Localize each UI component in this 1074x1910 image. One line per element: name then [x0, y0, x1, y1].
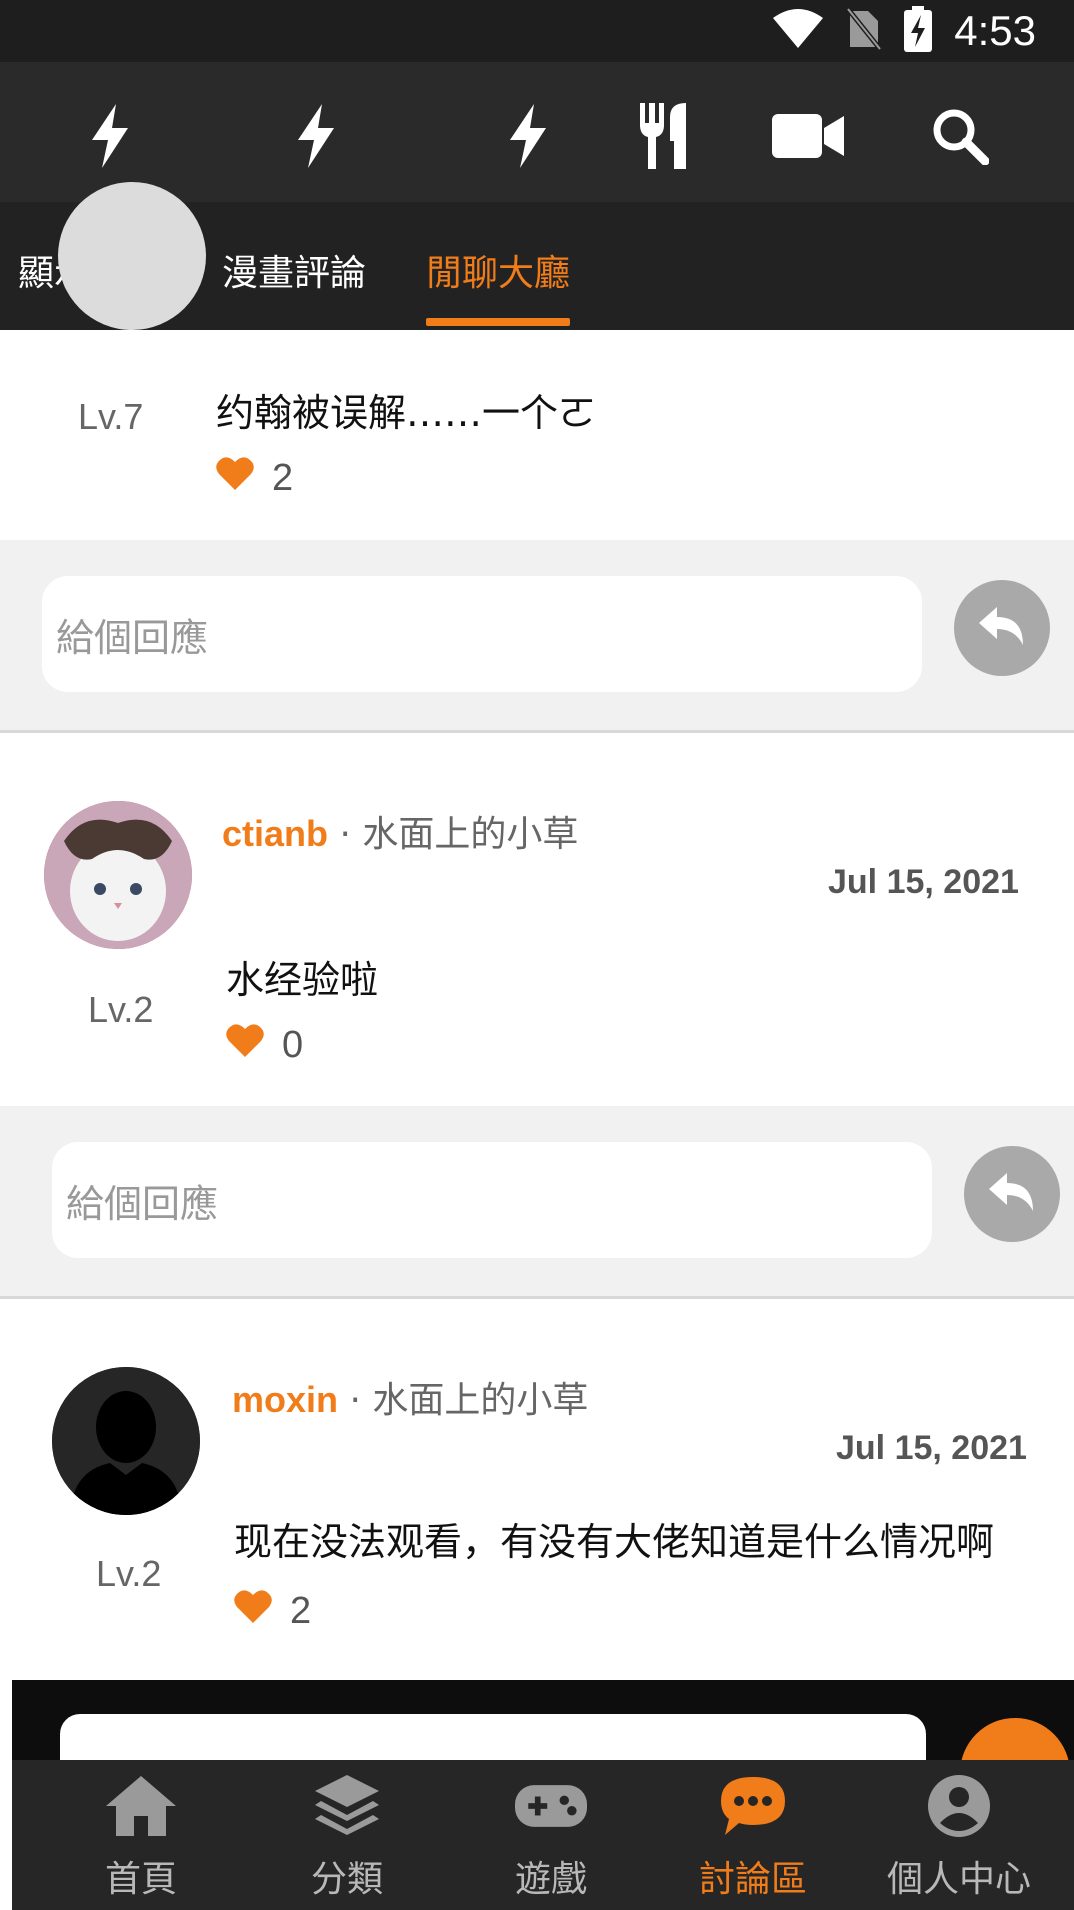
status-time: 4:53 [954, 7, 1036, 54]
video-camera-icon[interactable] [772, 100, 844, 172]
user-level: Lv.2 [88, 989, 154, 1030]
tab-manga-reviews[interactable]: 漫畫評論 [222, 244, 366, 296]
nav-label: 討論區 [698, 1859, 807, 1900]
comment-date: Jul 15, 2021 [836, 1429, 1027, 1467]
user-profile-icon [923, 1774, 995, 1838]
screen: 4:53 顯示全部 漫畫評論 閒聊大廳 Lv.7 约翰被误解……一 [0, 0, 1074, 1910]
user-level: Lv.2 [96, 1553, 162, 1594]
author-name[interactable]: moxin [232, 1379, 338, 1420]
default-user-silhouette [52, 1367, 200, 1515]
search-icon[interactable] [924, 100, 996, 172]
status-icons: 4:53 [772, 6, 1036, 56]
like-count[interactable]: 2 [234, 1589, 311, 1633]
nav-categories[interactable]: 分類 [252, 1774, 442, 1904]
nav-games[interactable]: 遊戲 [456, 1774, 646, 1904]
flash-icon[interactable] [74, 100, 146, 172]
nav-label: 遊戲 [514, 1859, 587, 1900]
nav-discussion[interactable]: 討論區 [658, 1774, 848, 1904]
bottom-navigation: 首頁 分類 遊戲 討論區 個人中心 [12, 1760, 1074, 1910]
like-count[interactable]: 2 [216, 456, 293, 500]
comment-item: moxin · 水面上的小草 Jul 15, 2021 现在没法观看，有没有大佬… [0, 1299, 1074, 1680]
user-level: Lv.7 [78, 396, 144, 437]
chat-bubble-icon [717, 1774, 789, 1838]
avatar[interactable] [52, 1367, 200, 1515]
like-number: 2 [290, 1589, 312, 1632]
author-group: · 水面上的小草 [338, 1380, 589, 1421]
comment-date: Jul 15, 2021 [828, 863, 1019, 901]
reply-arrow-icon [989, 1173, 1035, 1215]
nav-profile[interactable]: 個人中心 [864, 1774, 1054, 1904]
gamepad-icon [515, 1774, 587, 1838]
like-number: 0 [282, 1023, 304, 1066]
reply-button[interactable] [964, 1146, 1060, 1242]
comment-text: 现在没法观看，有没有大佬知道是什么情况啊 [234, 1520, 995, 1564]
nav-label: 首頁 [104, 1859, 177, 1900]
cat-avatar-image [44, 801, 192, 949]
nav-label: 分類 [310, 1859, 383, 1900]
active-tab-indicator [426, 318, 570, 326]
flash-icon[interactable] [280, 100, 352, 172]
reply-input[interactable]: 給個回應 [42, 576, 922, 692]
author-line: moxin · 水面上的小草 [232, 1371, 588, 1423]
comment-item: ctianb · 水面上的小草 Jul 15, 2021 水经验啦 Lv.2 0 [0, 733, 1074, 1113]
wifi-icon [772, 8, 824, 54]
utensils-icon[interactable] [628, 100, 700, 172]
reply-arrow-icon [979, 607, 1025, 649]
battery-charging-icon [904, 6, 933, 56]
top-toolbar [0, 62, 1074, 202]
comment-text: 约翰被误解……一个ㄛ [216, 391, 597, 435]
reply-bar: 給個回應 [0, 1106, 1074, 1299]
layers-icon [311, 1774, 383, 1838]
comment-text: 水经验啦 [226, 958, 379, 1002]
heart-icon[interactable] [226, 1023, 264, 1067]
nav-home[interactable]: 首頁 [46, 1774, 236, 1904]
flash-icon[interactable] [492, 100, 564, 172]
status-bar: 4:53 [0, 0, 1074, 62]
reply-button[interactable] [954, 580, 1050, 676]
reply-input[interactable]: 給個回應 [52, 1142, 932, 1258]
heart-icon[interactable] [234, 1589, 272, 1633]
author-group: · 水面上的小草 [328, 814, 579, 855]
heart-icon[interactable] [216, 456, 254, 500]
nav-label: 個人中心 [886, 1859, 1031, 1900]
author-line: ctianb · 水面上的小草 [222, 805, 578, 857]
like-count[interactable]: 0 [226, 1023, 303, 1067]
avatar[interactable] [58, 182, 206, 330]
comment-item: Lv.7 约翰被误解……一个ㄛ 2 [0, 182, 1074, 540]
like-number: 2 [272, 456, 294, 499]
reply-bar: 給個回應 [0, 540, 1074, 733]
avatar[interactable] [44, 801, 192, 949]
author-name[interactable]: ctianb [222, 813, 328, 854]
tab-chat-lounge[interactable]: 閒聊大廳 [426, 244, 570, 296]
home-icon [105, 1774, 177, 1838]
no-sim-icon [846, 7, 883, 55]
